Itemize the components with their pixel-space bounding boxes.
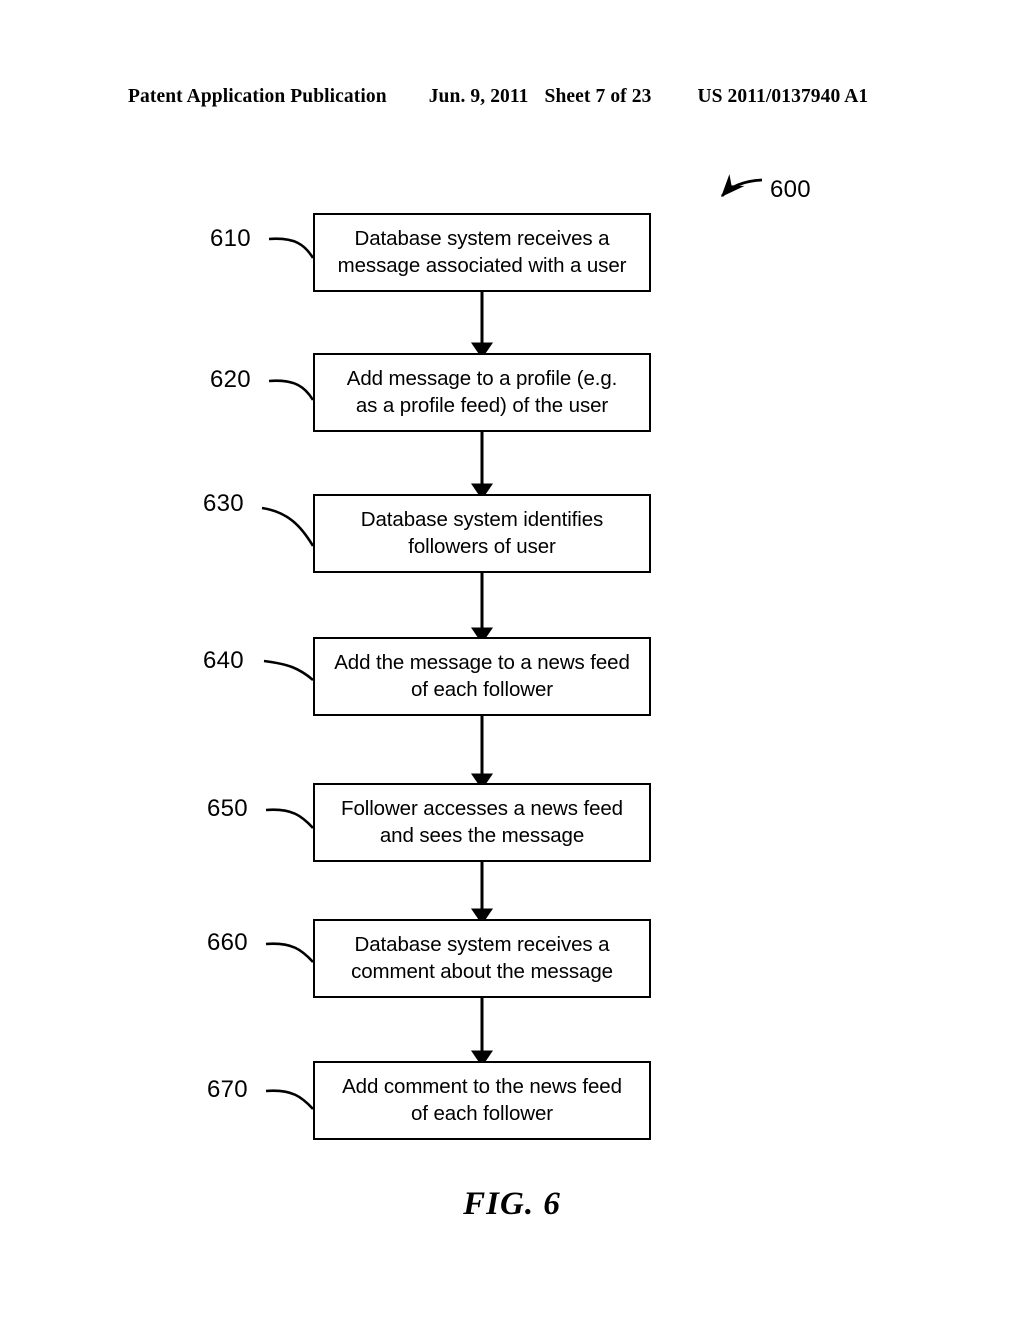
flow-step-670[interactable]: Add comment to the news feed of each fol… [313, 1061, 651, 1140]
flow-step-660-line1: Database system receives a [354, 932, 610, 956]
flow-step-640-line2: of each follower [411, 677, 553, 701]
reference-numeral-670: 670 [207, 1076, 248, 1103]
flow-step-650[interactable]: Follower accesses a news feed and sees t… [313, 783, 651, 862]
leader-line-630 [261, 506, 315, 547]
flow-step-610-line2: message associated with a user [337, 253, 627, 277]
reference-numeral-640: 640 [203, 647, 244, 674]
reference-numeral-610: 610 [210, 225, 251, 252]
figure-caption: FIG. 6 [463, 1186, 561, 1222]
flow-step-640-text: Add the message to a news feed of each f… [321, 650, 643, 703]
leader-line-620 [268, 379, 315, 401]
flow-step-670-text: Add comment to the news feed of each fol… [321, 1074, 643, 1127]
flow-step-670-line2: of each follower [411, 1101, 553, 1125]
leader-line-640 [263, 659, 314, 681]
flow-step-610[interactable]: Database system receives a message assoc… [313, 213, 651, 292]
flow-step-620-line1: Add message to a profile (e.g. [346, 366, 618, 390]
flow-step-640-line1: Add the message to a news feed [334, 650, 630, 674]
flow-step-670-line1: Add comment to the news feed [342, 1074, 622, 1098]
leader-line-650 [265, 808, 314, 829]
flowchart-diagram: 600 610 Database system receives a messa… [0, 0, 1024, 1320]
leader-line-660 [265, 942, 314, 963]
flow-step-650-line2: and sees the message [379, 823, 585, 847]
leader-line-670 [265, 1089, 314, 1110]
flow-step-620[interactable]: Add message to a profile (e.g. as a prof… [313, 353, 651, 432]
leader-line-610 [268, 237, 315, 259]
reference-numeral-600: 600 [770, 176, 811, 203]
flow-step-660-text: Database system receives a comment about… [321, 932, 643, 985]
flow-step-660[interactable]: Database system receives a comment about… [313, 919, 651, 998]
reference-600-pointer [720, 174, 763, 198]
flow-step-630-text: Database system identifies followers of … [321, 507, 643, 560]
flow-step-650-text: Follower accesses a news feed and sees t… [321, 796, 643, 849]
flow-step-650-line1: Follower accesses a news feed [341, 796, 623, 820]
flow-step-630-line1: Database system identifies [360, 507, 604, 531]
reference-numeral-630: 630 [203, 490, 244, 517]
flow-step-630-line2: followers of user [408, 534, 556, 558]
flow-step-620-text: Add message to a profile (e.g. as a prof… [321, 366, 643, 419]
flow-step-640[interactable]: Add the message to a news feed of each f… [313, 637, 651, 716]
flow-step-620-line2: as a profile feed) of the user [355, 393, 609, 417]
flow-step-610-text: Database system receives a message assoc… [321, 226, 643, 279]
flow-step-630[interactable]: Database system identifies followers of … [313, 494, 651, 573]
reference-numeral-650: 650 [207, 795, 248, 822]
flow-step-610-line1: Database system receives a [354, 226, 610, 250]
reference-numeral-620: 620 [210, 366, 251, 393]
flow-step-660-line2: comment about the message [351, 959, 613, 983]
reference-numeral-660: 660 [207, 929, 248, 956]
